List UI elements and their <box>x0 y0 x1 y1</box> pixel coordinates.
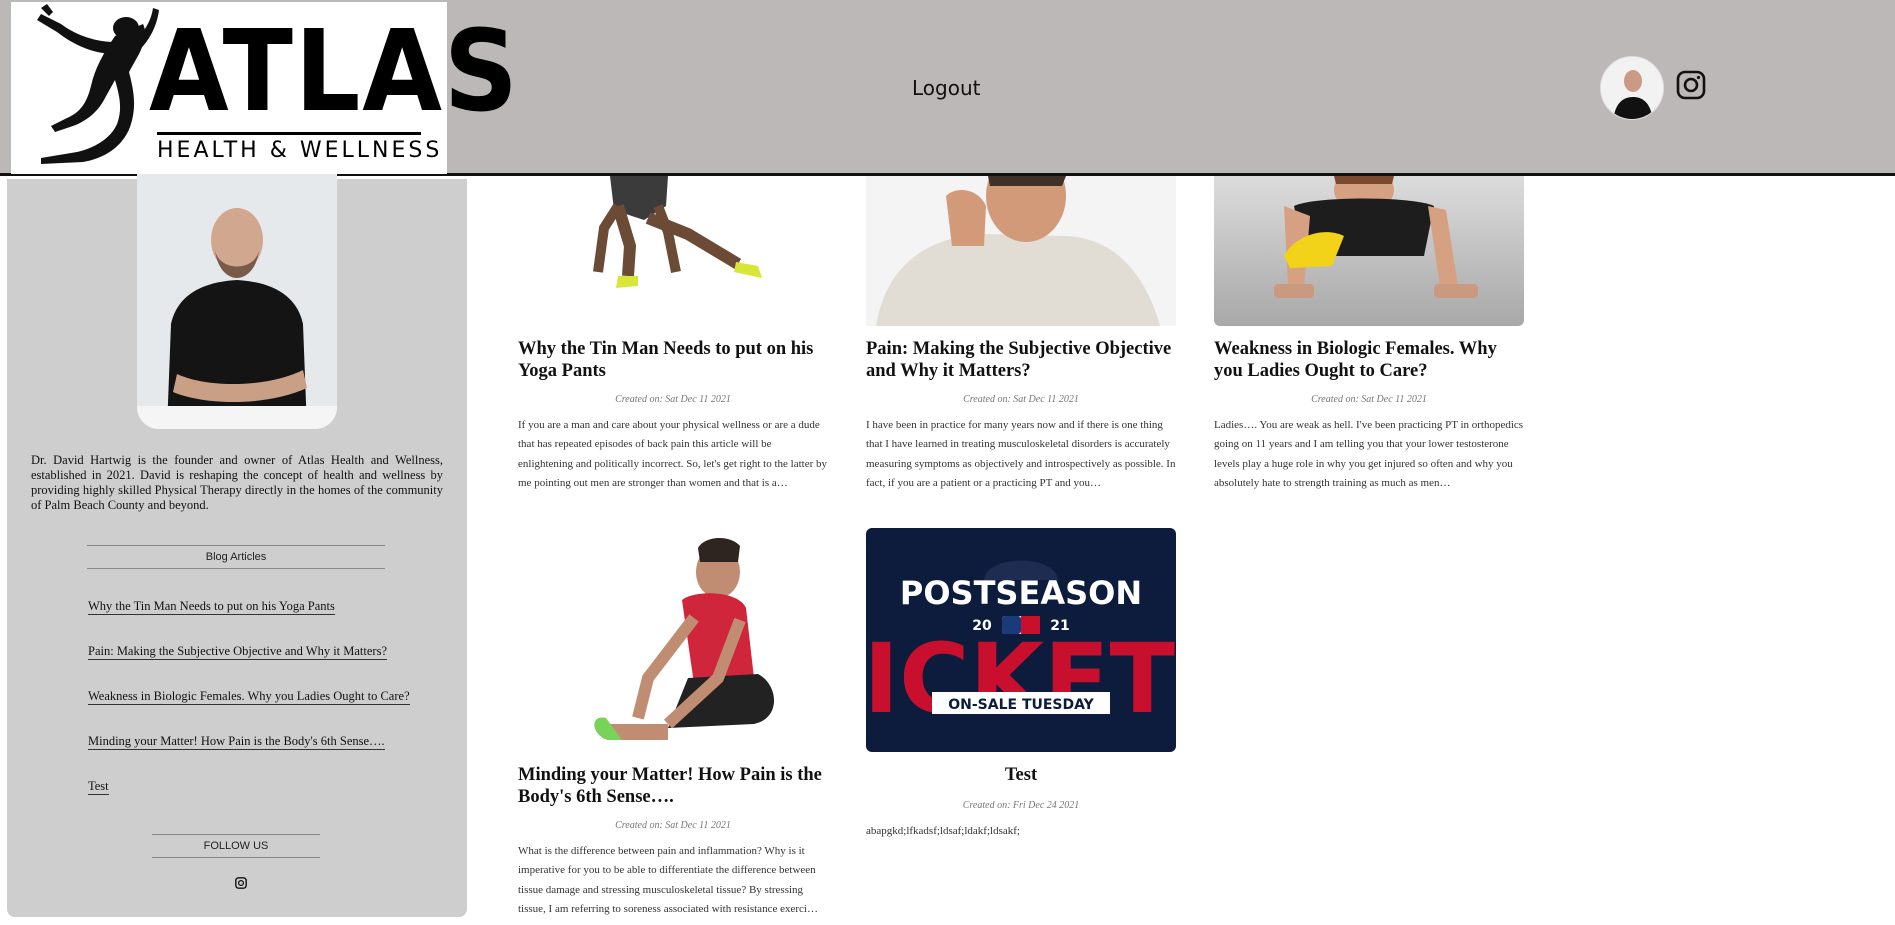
blog-articles-heading: Blog Articles <box>87 545 385 569</box>
post-excerpt: abapgkd;lfkadsf;ldsaf;ldakf;ldsakf; <box>866 825 1020 837</box>
ticket-banner: ON-SALE TUESDAY <box>948 697 1094 713</box>
post-excerpt: Ladies…. You are weak as hell. I've been… <box>1214 419 1524 489</box>
site-header: ATLAS HEALTH & WELLNESS Logout <box>0 0 1895 176</box>
post-date: Created on: Sat Dec 11 2021 <box>1311 394 1427 405</box>
stretching-man-photo-icon <box>518 176 828 326</box>
blog-card: Minding your Matter! How Pain is the Bod… <box>518 528 828 923</box>
post-date: Created on: Sat Dec 11 2021 <box>963 394 1079 405</box>
sidebar-link-pain-subjective[interactable]: Pain: Making the Subjective Objective an… <box>88 644 388 660</box>
blog-card: POSTSEASON 20 21 TICKETS ON-SALE TUESDAY… <box>866 528 1176 848</box>
logo-divider <box>157 132 421 135</box>
avatar[interactable] <box>1600 56 1664 120</box>
sidebar: Dr. David Hartwig is the founder and own… <box>7 174 467 917</box>
logout-button[interactable]: Logout <box>912 76 980 100</box>
founder-portrait-icon <box>137 174 337 429</box>
post-image[interactable] <box>518 528 828 752</box>
post-image[interactable]: POSTSEASON 20 21 TICKETS ON-SALE TUESDAY <box>866 528 1176 752</box>
post-excerpt: What is the difference between pain and … <box>518 845 818 915</box>
post-excerpt: If you are a man and care about your phy… <box>518 419 827 489</box>
blog-card: Weakness in Biologic Females. Why you La… <box>1214 176 1524 496</box>
ticket-headline: POSTSEASON <box>900 574 1142 612</box>
blog-card: Why the Tin Man Needs to put on his Yoga… <box>518 176 828 496</box>
post-date: Created on: Fri Dec 24 2021 <box>962 800 1080 811</box>
post-date: Created on: Sat Dec 11 2021 <box>615 820 731 831</box>
post-title[interactable]: Minding your Matter! How Pain is the Bod… <box>518 764 828 808</box>
post-excerpt: I have been in practice for many years n… <box>866 419 1176 489</box>
blog-article-list: Why the Tin Man Needs to put on his Yoga… <box>88 599 448 824</box>
post-title[interactable]: Why the Tin Man Needs to put on his Yoga… <box>518 338 828 382</box>
blog-card: Pain: Making the Subjective Objective an… <box>866 176 1176 496</box>
post-image[interactable] <box>1214 176 1524 326</box>
post-title[interactable]: Test <box>866 764 1176 786</box>
post-image[interactable] <box>518 176 828 326</box>
follow-us-heading: FOLLOW US <box>152 834 320 858</box>
post-image[interactable] <box>866 176 1176 326</box>
instagram-icon[interactable] <box>1676 70 1706 100</box>
post-title[interactable]: Weakness in Biologic Females. Why you La… <box>1214 338 1524 382</box>
ankle-stretch-photo-icon <box>518 528 828 752</box>
founder-bio: Dr. David Hartwig is the founder and own… <box>31 453 443 512</box>
profile-photo <box>137 174 337 429</box>
atlas-logo[interactable]: ATLAS HEALTH & WELLNESS <box>11 2 518 174</box>
sidebar-link-weakness-females[interactable]: Weakness in Biologic Females. Why you La… <box>88 689 410 705</box>
postseason-tickets-graphic: POSTSEASON 20 21 TICKETS ON-SALE TUESDAY <box>866 528 1176 752</box>
pushup-woman-photo-icon <box>1214 176 1524 326</box>
post-date: Created on: Sat Dec 11 2021 <box>615 394 731 405</box>
profile-avatar-icon <box>1601 57 1663 119</box>
post-title[interactable]: Pain: Making the Subjective Objective an… <box>866 338 1176 382</box>
sidebar-link-tin-man[interactable]: Why the Tin Man Needs to put on his Yoga… <box>88 599 335 615</box>
logo-wordmark: ATLAS <box>149 7 520 137</box>
neck-pain-photo-icon <box>866 176 1176 326</box>
sidebar-link-minding-matter[interactable]: Minding your Matter! How Pain is the Bod… <box>88 734 385 750</box>
logo-tagline: HEALTH & WELLNESS <box>157 138 443 163</box>
sidebar-link-test[interactable]: Test <box>88 779 109 795</box>
ticket-big-word: TICKETS <box>866 623 1176 735</box>
instagram-icon[interactable] <box>235 876 247 889</box>
